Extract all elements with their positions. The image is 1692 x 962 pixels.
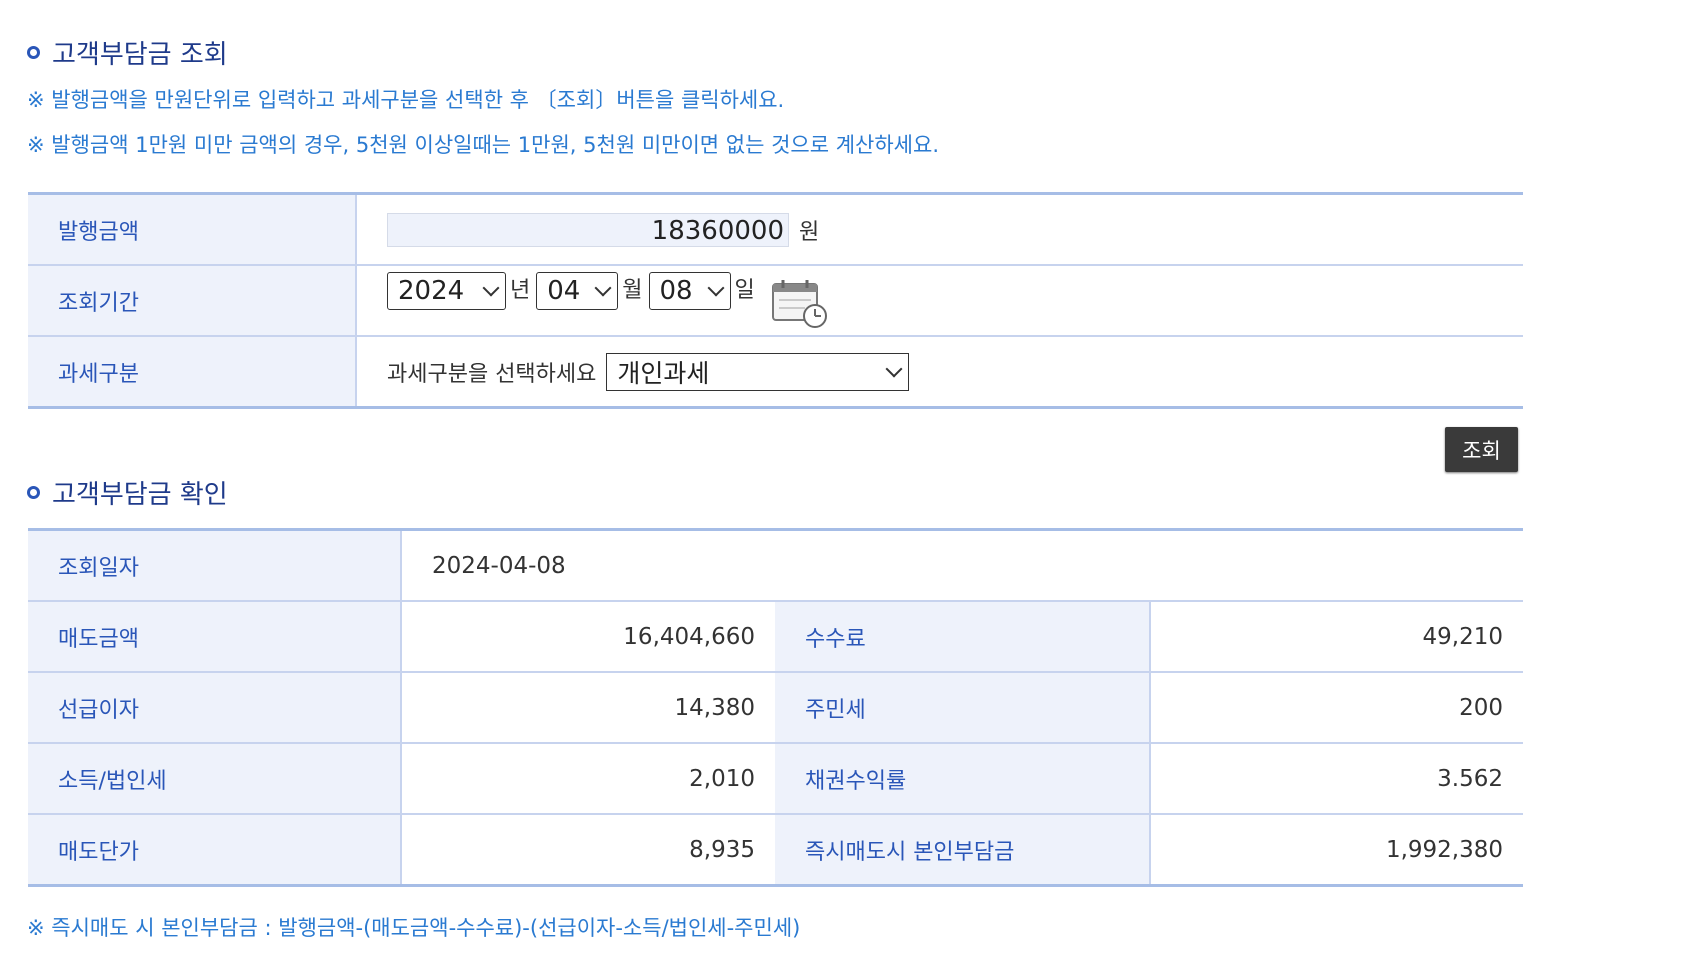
tax-label: 과세구분 <box>28 337 357 406</box>
result-value: 49,210 <box>1422 623 1503 650</box>
result-label: 선급이자 <box>28 673 402 742</box>
day-select[interactable]: 08 <box>648 272 731 310</box>
result-value: 8,935 <box>689 836 755 863</box>
result-label: 매도금액 <box>28 602 402 671</box>
result-row-date: 조회일자 2024-04-08 <box>28 531 1523 602</box>
chevron-down-icon <box>707 279 724 297</box>
tax-prompt: 과세구분을 선택하세요 <box>387 361 597 387</box>
section-title-text: 고객부담금 확인 <box>52 480 228 510</box>
year-unit: 년 <box>510 278 531 303</box>
result-value: 1,992,380 <box>1385 836 1503 863</box>
result-row: 매도금액 16,404,660 수수료 49,210 <box>28 602 1523 673</box>
form-row-amount: 발행금액 18360000 원 <box>28 195 1523 266</box>
bullet-icon <box>27 486 40 499</box>
result-label: 매도단가 <box>28 815 402 884</box>
result-value: 200 <box>1459 694 1503 721</box>
result-label: 수수료 <box>775 602 1151 671</box>
result-value: 14,380 <box>674 694 755 721</box>
amount-label: 발행금액 <box>28 195 357 264</box>
form-row-period: 조회기간 2024 년 04 월 08 일 <box>28 266 1523 337</box>
period-cell: 2024 년 04 월 08 일 <box>357 266 1523 335</box>
month-unit: 월 <box>622 278 643 303</box>
result-row: 매도단가 8,935 즉시매도시 본인부담금 1,992,380 <box>28 815 1523 884</box>
section-title-text: 고객부담금 조회 <box>52 40 228 70</box>
result-value: 3.562 <box>1437 765 1503 792</box>
result-label: 채권수익률 <box>775 744 1151 813</box>
form-row-tax: 과세구분 과세구분을 선택하세요 개인과세 <box>28 337 1523 406</box>
year-value: 2024 <box>398 276 465 306</box>
inquiry-form-table: 발행금액 18360000 원 조회기간 2024 년 04 월 08 일 과세… <box>28 192 1523 409</box>
month-select[interactable]: 04 <box>536 272 619 310</box>
result-value: 16,404,660 <box>623 623 755 650</box>
result-label: 주민세 <box>775 673 1151 742</box>
amount-unit: 원 <box>799 219 820 245</box>
tax-select[interactable]: 개인과세 <box>606 352 910 391</box>
result-value: 2,010 <box>689 765 755 792</box>
date-label: 조회일자 <box>28 531 402 600</box>
day-unit: 일 <box>734 278 755 303</box>
bullet-icon <box>27 46 40 59</box>
chevron-down-icon <box>482 279 500 297</box>
period-label: 조회기간 <box>28 266 357 335</box>
result-row: 선급이자 14,380 주민세 200 <box>28 673 1523 744</box>
year-select[interactable]: 2024 <box>387 272 506 310</box>
amount-input[interactable]: 18360000 <box>387 212 789 247</box>
day-value: 08 <box>659 276 693 306</box>
formula-note: ※ 즉시매도 시 본인부담금 : 발행금액-(매도금액-수수료)-(선급이자-소… <box>27 916 801 940</box>
month-value: 04 <box>547 276 581 306</box>
instruction-note-1: ※ 발행금액을 만원단위로 입력하고 과세구분을 선택한 후 〔조회〕버튼을 클… <box>27 88 785 112</box>
section-title-result: 고객부담금 확인 <box>27 474 228 511</box>
tax-value: 개인과세 <box>617 358 710 388</box>
chevron-down-icon <box>594 279 612 297</box>
tax-cell: 과세구분을 선택하세요 개인과세 <box>357 337 1523 406</box>
instruction-note-2: ※ 발행금액 1만원 미만 금액의 경우, 5천원 이상일때는 1만원, 5천원… <box>27 133 940 157</box>
date-value: 2024-04-08 <box>432 552 566 579</box>
result-label: 즉시매도시 본인부담금 <box>775 815 1151 884</box>
result-label: 소득/법인세 <box>28 744 402 813</box>
section-title-inquiry: 고객부담금 조회 <box>27 34 228 71</box>
amount-cell: 18360000 원 <box>357 195 1523 264</box>
result-row: 소득/법인세 2,010 채권수익률 3.562 <box>28 744 1523 815</box>
calendar-clock-icon[interactable] <box>771 278 829 328</box>
result-table: 조회일자 2024-04-08 매도금액 16,404,660 수수료 49,2… <box>28 528 1523 887</box>
search-button[interactable]: 조회 <box>1445 427 1518 472</box>
chevron-down-icon <box>885 360 903 377</box>
